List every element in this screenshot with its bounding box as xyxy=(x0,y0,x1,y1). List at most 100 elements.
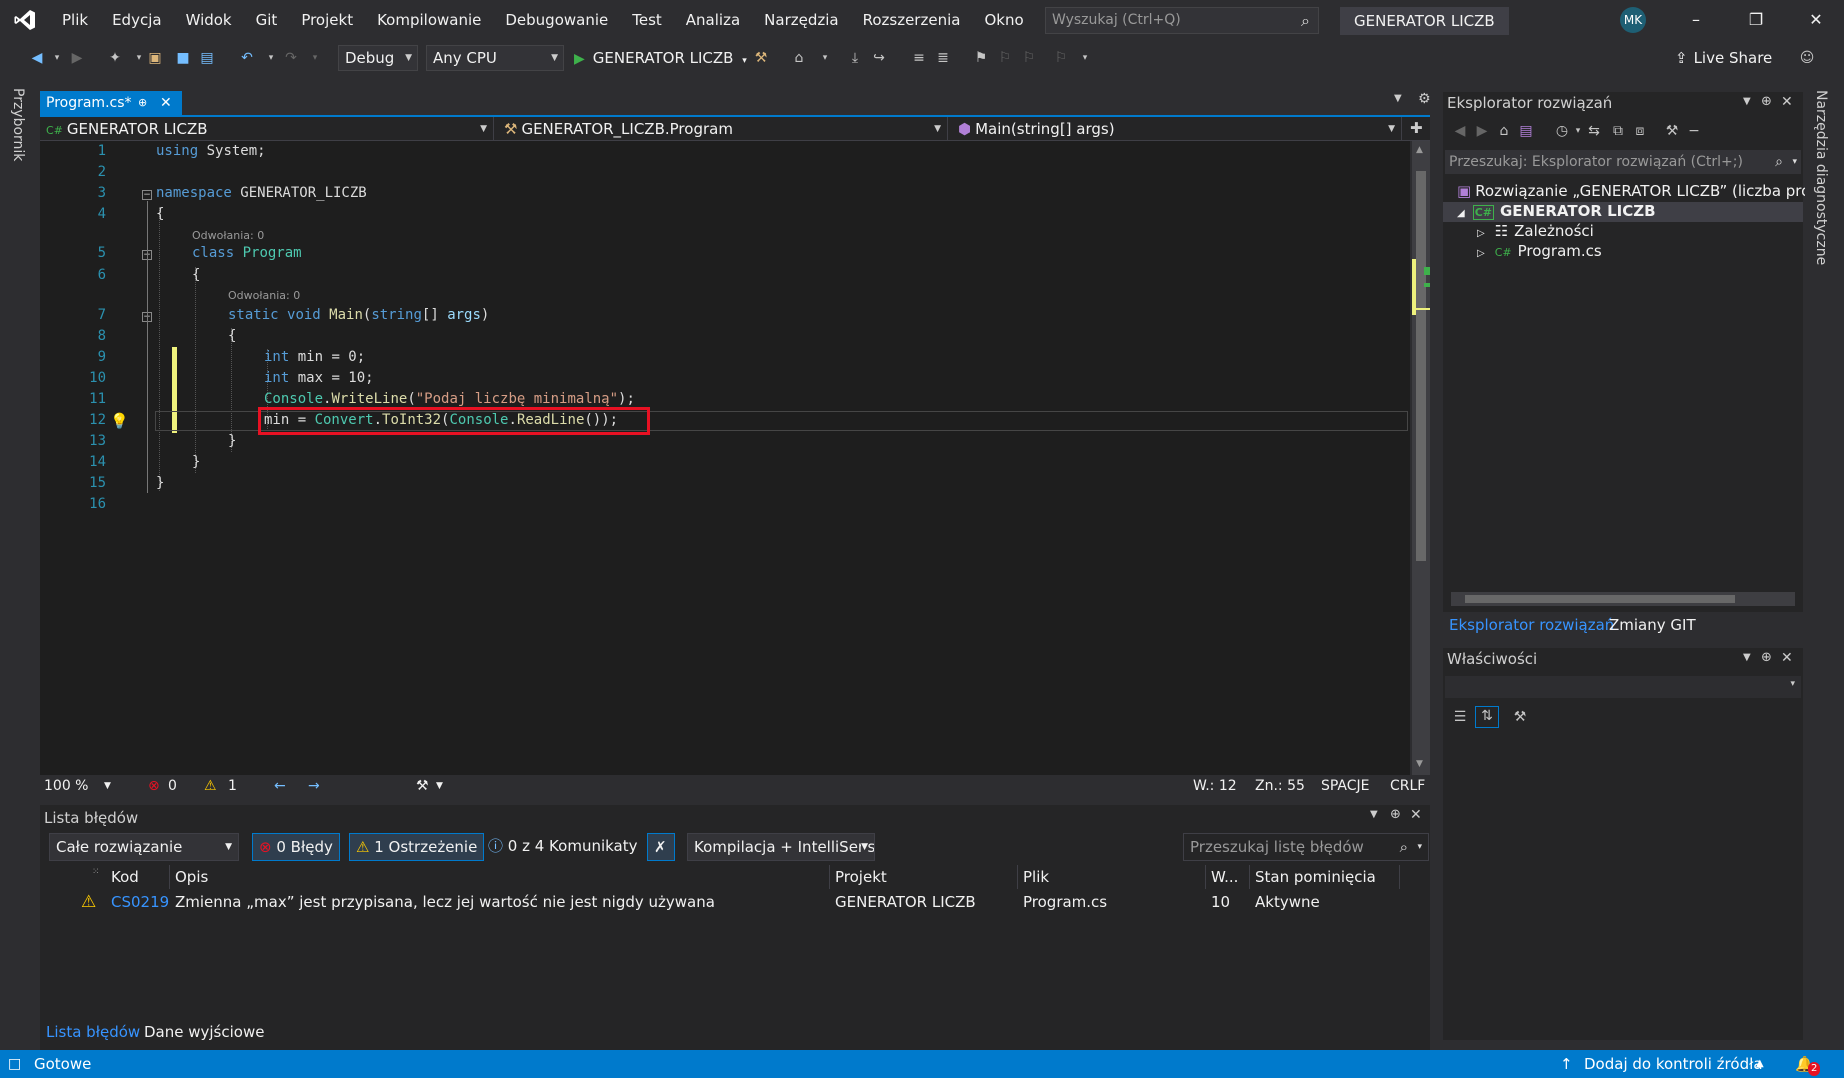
tab-error-list[interactable]: Lista błędów xyxy=(46,1017,140,1047)
menu-test[interactable]: Test xyxy=(620,0,674,40)
configuration-select[interactable]: Debug ▼ xyxy=(338,45,418,71)
column-code[interactable]: Kod xyxy=(106,865,170,889)
window-position-icon[interactable]: ▼ xyxy=(1743,96,1751,107)
code-cleanup-icon[interactable]: ⚒ xyxy=(416,775,429,797)
split-editor-icon[interactable]: ✚ xyxy=(1410,119,1423,137)
tab-output[interactable]: Dane wyjściowe xyxy=(144,1017,264,1047)
errors-filter-button[interactable]: ⊗ 0 Błędy xyxy=(252,833,340,861)
minimize-icon[interactable]: – xyxy=(1668,0,1724,40)
tab-list-dropdown-icon[interactable]: ▼ xyxy=(1394,93,1402,104)
column-position[interactable]: Zn.: 55 xyxy=(1255,775,1305,797)
solution-search-input[interactable]: Przeszukaj: Eksplorator rozwiązań (Ctrl+… xyxy=(1445,150,1801,174)
collapse-all-icon[interactable]: ⧉ xyxy=(1609,122,1627,140)
expanded-icon[interactable]: ◢ xyxy=(1457,208,1465,219)
alphabetical-icon[interactable]: ⇅ xyxy=(1475,706,1499,728)
project-dropdown[interactable]: C# GENERATOR LICZB ▼ xyxy=(40,117,494,141)
scroll-down-icon[interactable]: ▼ xyxy=(1416,759,1423,769)
column-description[interactable]: Opis xyxy=(170,865,830,889)
window-position-icon[interactable]: ▼ xyxy=(1743,652,1751,663)
error-code-link[interactable]: CS0219 xyxy=(111,889,169,915)
close-tab-icon[interactable]: ✕ xyxy=(160,91,172,115)
switch-views-icon[interactable]: ▤ xyxy=(1517,122,1535,140)
diagnostic-tools-tab[interactable]: Narzędzia diagnostyczne xyxy=(1813,90,1829,265)
scope-select[interactable]: Całe rozwiązanie ▼ xyxy=(49,833,239,861)
member-dropdown[interactable]: ⬢ Main(string[] args) ▼ xyxy=(952,117,1402,141)
next-issue-icon[interactable]: → xyxy=(308,775,320,797)
close-panel-icon[interactable]: ✕ xyxy=(1781,94,1793,110)
menu-edit[interactable]: Edycja xyxy=(100,0,173,40)
new-item-icon[interactable]: ✦ xyxy=(106,49,124,67)
editor-vertical-scrollbar[interactable]: ▲ ▼ xyxy=(1412,141,1430,775)
column-project[interactable]: Projekt xyxy=(830,865,1018,889)
tree-dependencies[interactable]: ▷ ☷ Zależności xyxy=(1477,222,1594,240)
column-suppression-state[interactable]: Stan pominięcia xyxy=(1250,865,1400,889)
menu-tools[interactable]: Narzędzia xyxy=(752,0,850,40)
search-input[interactable]: Wyszukaj (Ctrl+Q) ⌕ xyxy=(1045,7,1319,34)
tab-git-changes[interactable]: Zmiany GIT xyxy=(1609,612,1696,638)
prev-bookmark-icon[interactable]: ⚐ xyxy=(996,49,1014,67)
error-count[interactable]: 0 xyxy=(168,775,177,797)
lightbulb-icon[interactable]: 💡 xyxy=(110,412,129,430)
class-dropdown[interactable]: ⚒ GENERATOR_LICZB.Program ▼ xyxy=(498,117,948,141)
codelens-references[interactable]: Odwołania: 0 xyxy=(228,289,300,302)
line-position[interactable]: W.: 12 xyxy=(1193,775,1237,797)
pin-icon[interactable]: ⊕ xyxy=(138,91,147,115)
undo-icon[interactable]: ↶ xyxy=(238,49,256,67)
tree-project[interactable]: ◢ C# GENERATOR LICZB xyxy=(1457,202,1656,220)
close-panel-icon[interactable]: ✕ xyxy=(1781,650,1793,666)
save-all-icon[interactable]: ▤ xyxy=(198,49,216,67)
warnings-filter-button[interactable]: ⚠ 1 Ostrzeżenie xyxy=(349,833,485,861)
toolbar-overflow-icon[interactable]: ▾ xyxy=(1076,49,1094,67)
open-folder-icon[interactable]: ▣ xyxy=(146,49,164,67)
forward-icon[interactable]: ▶ xyxy=(1473,122,1491,140)
close-panel-icon[interactable]: ✕ xyxy=(1410,807,1422,823)
property-pages-icon[interactable]: ⚒ xyxy=(1511,708,1529,726)
menu-extensions[interactable]: Rozszerzenia xyxy=(851,0,973,40)
back-icon[interactable]: ◀ xyxy=(28,49,46,67)
bookmark-icon[interactable]: ⚑ xyxy=(972,49,990,67)
preview-icon[interactable]: − xyxy=(1685,122,1703,140)
scroll-up-icon[interactable]: ▲ xyxy=(1416,145,1423,155)
collapse-icon[interactable]: − xyxy=(142,190,152,200)
menu-debug[interactable]: Debugowanie xyxy=(493,0,620,40)
avatar[interactable]: MK xyxy=(1620,7,1646,33)
scrollbar-thumb[interactable] xyxy=(1416,171,1426,561)
forward-icon[interactable]: ▶ xyxy=(68,49,86,67)
outdent-icon[interactable]: ≡ xyxy=(910,49,928,67)
browser-dropdown-icon[interactable]: ▾ xyxy=(816,49,834,67)
browser-link-icon[interactable]: ⌂ xyxy=(790,49,808,67)
solution-horizontal-scrollbar[interactable] xyxy=(1451,592,1795,606)
line-endings[interactable]: CRLF xyxy=(1390,775,1425,797)
menu-build[interactable]: Kompilowanie xyxy=(365,0,493,40)
chevron-down-icon[interactable]: ▼ xyxy=(104,775,111,797)
back-icon[interactable]: ◀ xyxy=(1451,122,1469,140)
redo-dropdown-icon[interactable]: ▾ xyxy=(306,49,324,67)
back-dropdown-icon[interactable]: ▾ xyxy=(48,49,66,67)
categorized-icon[interactable]: ☰ xyxy=(1451,708,1469,726)
sort-icon[interactable]: ⁙ xyxy=(92,867,100,877)
indent-icon[interactable]: ≣ xyxy=(934,49,952,67)
tree-program-cs[interactable]: ▷ C# Program.cs xyxy=(1477,242,1602,260)
chevron-up-icon[interactable]: ▲ xyxy=(1756,1050,1764,1078)
menu-project[interactable]: Projekt xyxy=(289,0,365,40)
next-bookmark-icon[interactable]: ⚐ xyxy=(1020,49,1038,67)
tab-solution-explorer[interactable]: Eksplorator rozwiązań xyxy=(1449,612,1614,638)
chevron-down-icon[interactable]: ▼ xyxy=(436,775,443,797)
platform-select[interactable]: Any CPU ▼ xyxy=(426,45,564,71)
menu-view[interactable]: Widok xyxy=(174,0,244,40)
save-icon[interactable]: ■ xyxy=(174,49,192,67)
tree-solution[interactable]: ▣ Rozwiązanie „GENERATOR LICZB” (liczba p… xyxy=(1457,182,1832,200)
pin-icon[interactable]: ⊕ xyxy=(1761,94,1772,109)
collapsed-icon[interactable]: ▷ xyxy=(1477,228,1485,239)
visual-studio-logo-icon[interactable] xyxy=(0,0,50,40)
tab-program-cs[interactable]: Program.cs* ⊕ ✕ xyxy=(40,91,182,115)
redo-icon[interactable]: ↷ xyxy=(282,49,300,67)
menu-file[interactable]: Plik xyxy=(50,0,100,40)
clear-filter-icon[interactable]: ✗ xyxy=(647,833,675,861)
live-share-button[interactable]: ⇪ Live Share xyxy=(1675,45,1772,71)
menu-window[interactable]: Okno xyxy=(972,0,1035,40)
table-row[interactable]: ⚠ CS0219 Zmienna „max” jest przypisana, … xyxy=(40,889,1430,915)
settings-gear-icon[interactable]: ⚙ xyxy=(1418,91,1431,107)
column-file[interactable]: Plik xyxy=(1018,865,1206,889)
restore-icon[interactable]: ❐ xyxy=(1728,0,1784,40)
